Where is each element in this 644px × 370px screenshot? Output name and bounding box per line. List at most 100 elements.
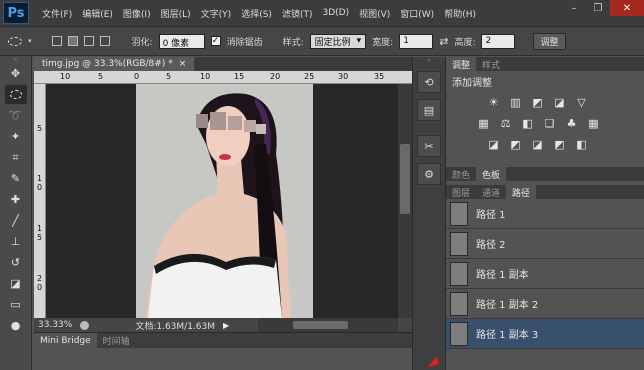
path-item[interactable]: 路径 1 — [446, 199, 644, 229]
play-icon[interactable]: ▶ — [223, 321, 229, 330]
tab-timeline[interactable]: 时间轴 — [97, 333, 136, 349]
menu-help[interactable]: 帮助(H) — [439, 7, 481, 20]
menu-image[interactable]: 图像(I) — [118, 7, 156, 20]
channel-mixer-icon[interactable]: ♣ — [564, 116, 579, 131]
path-item-selected[interactable]: 路径 1 副本 3 — [446, 319, 644, 349]
vibrance-icon[interactable]: ▽ — [574, 95, 589, 110]
photo-filter-icon[interactable]: ❏ — [542, 116, 557, 131]
threshold-icon[interactable]: ◪ — [530, 137, 545, 152]
gradient-map-icon[interactable]: ◩ — [552, 137, 567, 152]
path-item[interactable]: 路径 1 副本 — [446, 259, 644, 289]
menu-view[interactable]: 视图(V) — [354, 7, 395, 20]
antialias-label: 消除锯齿 — [226, 37, 263, 48]
properties-icon[interactable]: ▤ — [417, 99, 441, 121]
curves-icon[interactable]: ◩ — [530, 95, 545, 110]
antialias-checkbox[interactable]: ✓ — [210, 36, 221, 46]
adjustments-row: ▦ ⚖ ◧ ❏ ♣ ▦ — [446, 113, 644, 134]
zoom-level[interactable]: 33.33% — [38, 320, 72, 330]
tab-channels[interactable]: 通道 — [476, 185, 506, 199]
path-item[interactable]: 路径 1 副本 2 — [446, 289, 644, 319]
history-icon[interactable]: ⟲ — [417, 71, 441, 93]
healing-tool-icon[interactable]: ✚ — [5, 190, 27, 209]
close-button[interactable]: ✕ — [610, 0, 644, 16]
menu-file[interactable]: 文件(F) — [37, 7, 77, 20]
move-tool-icon[interactable]: ✥ — [5, 64, 27, 83]
eyedropper-tool-icon[interactable]: ✎ — [5, 169, 27, 188]
vertical-scrollbar[interactable] — [398, 84, 412, 318]
minimize-button[interactable]: – — [562, 0, 586, 16]
swap-icon[interactable]: ⇄ — [439, 35, 448, 48]
menu-layer[interactable]: 图层(L) — [156, 7, 196, 20]
ruler-label: 20 — [270, 72, 281, 81]
subtract-selection-icon[interactable] — [83, 36, 94, 46]
brush-tool-icon[interactable]: ╱ — [5, 211, 27, 230]
blur-tool-icon[interactable]: ● — [5, 316, 27, 335]
document-image[interactable] — [136, 84, 313, 318]
path-item[interactable]: 路径 2 — [446, 229, 644, 259]
panel-collapse-icon[interactable]: « — [413, 57, 445, 65]
path-thumbnail — [450, 201, 468, 226]
document-tab[interactable]: timg.jpg @ 33.3%(RGB/8#) * × — [34, 57, 195, 71]
tab-paths[interactable]: 路径 — [506, 185, 537, 199]
menu-type[interactable]: 文字(Y) — [196, 7, 237, 20]
black-white-icon[interactable]: ◧ — [520, 116, 535, 131]
width-input[interactable]: 1 — [399, 33, 434, 49]
tab-styles[interactable]: 样式 — [476, 57, 506, 71]
adjustments-row: ☀ ▥ ◩ ◪ ▽ — [446, 92, 644, 113]
document-info: 文档:1.63M/1.63M — [135, 321, 216, 332]
tab-layers[interactable]: 图层 — [446, 185, 476, 199]
menu-filter[interactable]: 滤镜(T) — [277, 7, 318, 20]
height-input[interactable]: 2 — [481, 33, 516, 49]
scroll-thumb[interactable] — [293, 321, 348, 329]
width-label: 宽度: — [372, 37, 394, 48]
menu-select[interactable]: 选择(S) — [236, 7, 277, 20]
menu-3d[interactable]: 3D(D) — [317, 8, 354, 18]
color-balance-icon[interactable]: ⚖ — [498, 116, 513, 131]
brush-presets-icon[interactable]: ✂ — [417, 135, 441, 157]
feather-input[interactable]: 0 像素 — [158, 33, 205, 49]
lasso-tool-icon[interactable]: ➰ — [5, 106, 27, 125]
options-bar: ▾ 羽化: 0 像素 ✓ 消除锯齿 样式: 固定比例 ▾ 宽度: 1 ⇄ 高度: … — [0, 26, 644, 56]
new-selection-icon[interactable] — [51, 36, 62, 46]
path-name: 路径 1 副本 3 — [476, 330, 539, 341]
hue-saturation-icon[interactable]: ▦ — [476, 116, 491, 131]
menu-window[interactable]: 窗口(W) — [395, 7, 439, 20]
document-tab-title: timg.jpg @ 33.3%(RGB/8#) * — [42, 59, 173, 69]
tab-adjustments[interactable]: 调整 — [446, 57, 477, 71]
magic-wand-tool-icon[interactable]: ✦ — [5, 127, 27, 146]
close-icon[interactable]: × — [179, 59, 187, 69]
add-to-selection-icon[interactable] — [67, 36, 78, 46]
style-label: 样式: — [282, 37, 304, 48]
chevron-down-icon[interactable]: ▾ — [28, 37, 32, 45]
history-brush-tool-icon[interactable]: ↺ — [5, 253, 27, 272]
color-lookup-icon[interactable]: ▦ — [586, 116, 601, 131]
levels-icon[interactable]: ▥ — [508, 95, 523, 110]
tab-swatches[interactable]: 色板 — [476, 167, 507, 181]
style-select[interactable]: 固定比例 ▾ — [309, 33, 367, 49]
bottom-panel-tabs: Mini Bridge 时间轴 — [34, 332, 412, 349]
brightness-icon[interactable]: ☀ — [486, 95, 501, 110]
ruler-label: 1 5 — [37, 224, 43, 242]
selective-color-icon[interactable]: ◧ — [574, 137, 589, 152]
gradient-tool-icon[interactable]: ▭ — [5, 295, 27, 314]
refine-edge-button[interactable]: 调整 — [533, 32, 566, 50]
restore-button[interactable]: ❐ — [586, 0, 610, 16]
tab-mini-bridge[interactable]: Mini Bridge — [34, 332, 97, 349]
exposure-icon[interactable]: ◪ — [552, 95, 567, 110]
tab-color[interactable]: 颜色 — [446, 167, 476, 181]
eraser-tool-icon[interactable]: ◪ — [5, 274, 27, 293]
intersect-selection-icon[interactable] — [99, 36, 110, 46]
info-icon[interactable] — [80, 320, 90, 330]
crop-tool-icon[interactable]: ⌗ — [5, 148, 27, 167]
menu-edit[interactable]: 编辑(E) — [77, 7, 118, 20]
panel-collapse-icon[interactable]: » — [0, 56, 31, 63]
tool-presets-icon[interactable]: ⚙ — [417, 163, 441, 185]
stamp-tool-icon[interactable]: ⊥ — [5, 232, 27, 251]
invert-icon[interactable]: ◪ — [486, 137, 501, 152]
horizontal-scrollbar[interactable] — [258, 318, 398, 332]
ruler-label: 2 0 — [37, 274, 43, 292]
marquee-tool-icon[interactable] — [4, 85, 27, 104]
posterize-icon[interactable]: ◩ — [508, 137, 523, 152]
elliptical-marquee-icon[interactable] — [8, 36, 22, 46]
scroll-thumb[interactable] — [400, 144, 410, 214]
